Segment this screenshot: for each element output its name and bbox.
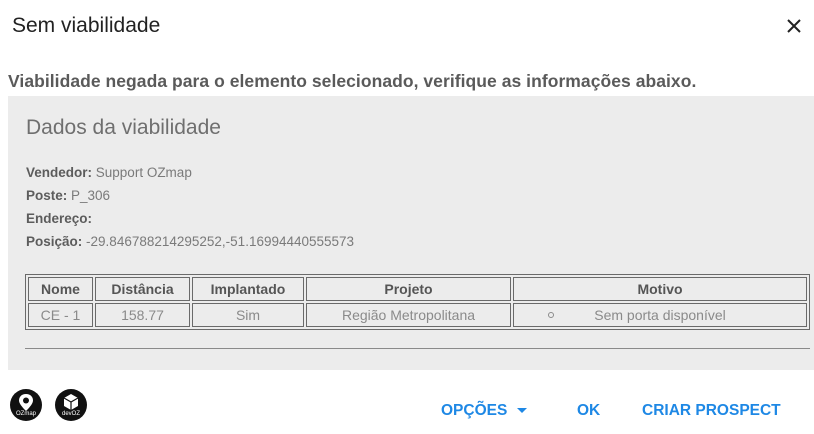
- panel-divider: [25, 348, 810, 349]
- poste-value: P_306: [71, 188, 111, 203]
- col-header-motivo: Motivo: [513, 277, 807, 301]
- bullet-icon: [548, 312, 554, 318]
- table-row: CE - 1 158.77 Sim Região Metropolitana S…: [28, 303, 807, 327]
- devoz-logo-label: devOZ: [61, 411, 80, 417]
- viability-table-wrapper: Nome Distância Implantado Projeto Motivo…: [25, 274, 810, 330]
- poste-label: Poste:: [26, 188, 68, 203]
- vendedor-label: Vendedor:: [26, 165, 93, 180]
- posicao-row: Posição: -29.846788214295252,-51.1699444…: [26, 234, 354, 249]
- ozmap-logo-label: OZmap: [15, 411, 36, 417]
- endereco-row: Endereço:: [26, 211, 92, 226]
- cell-distancia: 158.77: [95, 303, 190, 327]
- create-prospect-button[interactable]: CRIAR PROSPECT: [642, 400, 781, 422]
- endereco-label: Endereço:: [26, 211, 93, 226]
- poste-row: Poste: P_306: [26, 188, 110, 203]
- cell-implantado: Sim: [192, 303, 304, 327]
- table-header-row: Nome Distância Implantado Projeto Motivo: [28, 277, 807, 301]
- dialog-title: Sem viabilidade: [12, 14, 161, 37]
- cell-projeto: Região Metropolitana: [306, 303, 511, 327]
- options-button[interactable]: OPÇÕES: [441, 400, 528, 422]
- col-header-distancia: Distância: [95, 277, 190, 301]
- caret-down-icon: [517, 408, 528, 414]
- posicao-value: -29.846788214295252,-51.16994440555573: [86, 234, 355, 249]
- col-header-nome: Nome: [28, 277, 93, 301]
- devoz-logo: devOZ: [55, 389, 87, 421]
- options-label: OPÇÕES: [441, 402, 508, 419]
- viability-panel: Dados da viabilidade Vendedor: Support O…: [8, 96, 814, 370]
- col-header-implantado: Implantado: [192, 277, 304, 301]
- panel-title: Dados da viabilidade: [26, 116, 221, 139]
- vendedor-value: Support OZmap: [95, 165, 192, 180]
- col-header-projeto: Projeto: [306, 277, 511, 301]
- ozmap-logo: OZmap: [10, 389, 42, 421]
- close-icon: [787, 19, 801, 33]
- ok-button[interactable]: OK: [577, 400, 600, 422]
- vendedor-row: Vendedor: Support OZmap: [26, 165, 192, 180]
- cell-motivo: Sem porta disponível: [513, 303, 807, 327]
- viability-table: Nome Distância Implantado Projeto Motivo…: [25, 274, 810, 330]
- cell-nome: CE - 1: [28, 303, 93, 327]
- denial-message: Viabilidade negada para o elemento selec…: [8, 71, 697, 91]
- posicao-label: Posição:: [26, 234, 83, 249]
- motivo-text: Sem porta disponível: [594, 307, 726, 323]
- close-button[interactable]: [782, 14, 806, 38]
